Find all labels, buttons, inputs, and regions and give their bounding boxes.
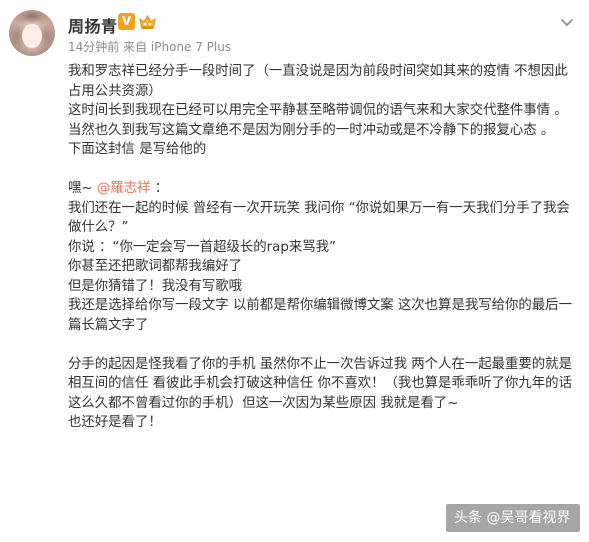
post-meta: 14分钟前 来自 iPhone 7 Plus	[68, 40, 232, 54]
username[interactable]: 周扬青	[68, 13, 118, 37]
post-paragraph: 我还是选择给你写一段文字 以前都是帮你编辑微博文案 这次也算是我写给你的最后一篇…	[68, 298, 572, 333]
post-paragraph: 这时间长到我现在已经可以用完全平静甚至略带调侃的语气来和大家交代整件事情 。当然…	[68, 103, 568, 138]
greeting-prefix: 嘿~	[68, 181, 97, 196]
post-paragraph: 但是你猜错了！我没有写歌哦	[68, 278, 243, 294]
weibo-post: 周扬青 V 14分钟前 来自 iPhone 7 Plus 我和罗志祥已经分手一段…	[0, 0, 589, 542]
post-paragraph: 我们还在一起的时候 曾经有一次开玩笑 我问你 “你说如果万一有一天我们分手了我会…	[68, 200, 570, 236]
post-paragraph: 你甚至还把歌词都帮我编好了	[68, 259, 243, 274]
letter-greeting: 嘿~ @羅志祥 ：	[68, 179, 573, 199]
verified-icon: V	[118, 13, 135, 30]
watermark-badge: 头条 @吴哥看视界	[446, 504, 581, 532]
mention-link[interactable]: @羅志祥	[97, 181, 151, 196]
chevron-down-icon[interactable]	[559, 14, 575, 30]
greeting-suffix: ：	[150, 181, 169, 196]
post-paragraph: 我和罗志祥已经分手一段时间了（一直没说是因为前段时间突如其来的疫情 不想因此占用…	[68, 64, 568, 99]
avatar[interactable]	[9, 10, 55, 56]
member-crown-icon[interactable]	[138, 13, 157, 30]
post-paragraph: 也还好是看了！	[68, 415, 162, 430]
post-header: 周扬青 V 14分钟前 来自 iPhone 7 Plus	[0, 0, 589, 62]
avatar-face	[22, 24, 42, 48]
post-paragraph: 下面这封信 是写给他的	[68, 142, 207, 157]
post-paragraph: 分手的起因是怪我看了你的手机 虽然你不止一次告诉过我 两个人在一起最重要的就是相…	[68, 356, 572, 411]
post-body: 我和罗志祥已经分手一段时间了（一直没说是因为前段时间突如其来的疫情 不想因此占用…	[68, 62, 573, 433]
post-paragraph: 你说 ：“你一定会写一首超级长的rap来骂我”	[68, 239, 336, 255]
